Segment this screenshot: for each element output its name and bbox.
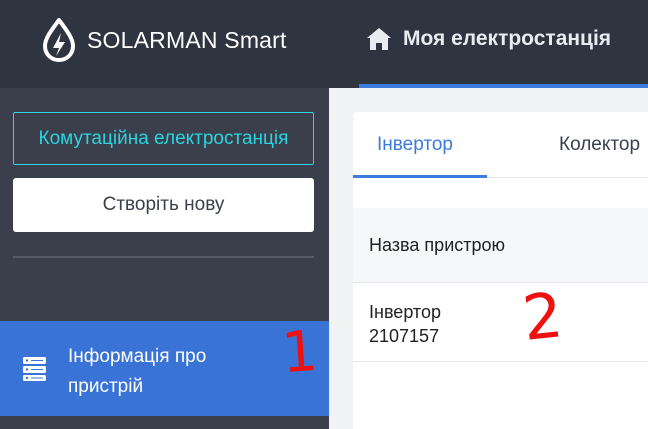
table-row[interactable]: Інвертор 2107157 xyxy=(353,283,648,362)
create-new-button[interactable]: Створіть нову xyxy=(13,178,314,232)
top-bar: SOLARMAN Smart Моя електростанція xyxy=(0,0,648,88)
home-icon xyxy=(367,28,391,50)
logo[interactable]: SOLARMAN Smart xyxy=(40,18,287,62)
device-serial: 2107157 xyxy=(369,326,440,346)
tab-inverter[interactable]: Інвертор xyxy=(377,134,453,156)
device-name-cell: Інвертор 2107157 xyxy=(369,300,441,348)
station-select-button[interactable]: Комутаційна електростанція xyxy=(13,112,314,165)
server-icon xyxy=(23,357,46,381)
device-tabs: Інвертор Колектор xyxy=(353,112,648,178)
annotation-number-2: 2 xyxy=(519,278,567,355)
annotation-number-1: 1 xyxy=(279,318,320,387)
column-header-device-name: Назва пристрою xyxy=(369,235,506,255)
nav-tab-label: Моя електростанція xyxy=(403,27,612,50)
sidebar-item-device-info[interactable]: Інформація про пристрій xyxy=(0,321,329,416)
solarman-logo-icon xyxy=(43,18,75,62)
tab-collector[interactable]: Колектор xyxy=(559,134,640,156)
table-header: Назва пристрою xyxy=(353,208,648,283)
device-type: Інвертор xyxy=(369,302,441,322)
active-tab-underline xyxy=(353,175,487,178)
app-name: SOLARMAN Smart xyxy=(87,26,287,53)
main-panel: Інвертор Колектор Назва пристрою Інверто… xyxy=(353,112,648,429)
nav-tab-my-plant[interactable]: Моя електростанція xyxy=(359,0,648,88)
sidebar-divider xyxy=(13,256,314,258)
sidebar: Комутаційна електростанція Створіть нову… xyxy=(0,88,329,429)
nav-tab-underline xyxy=(359,84,648,88)
sidebar-item-label: Інформація про пристрій xyxy=(68,346,207,397)
